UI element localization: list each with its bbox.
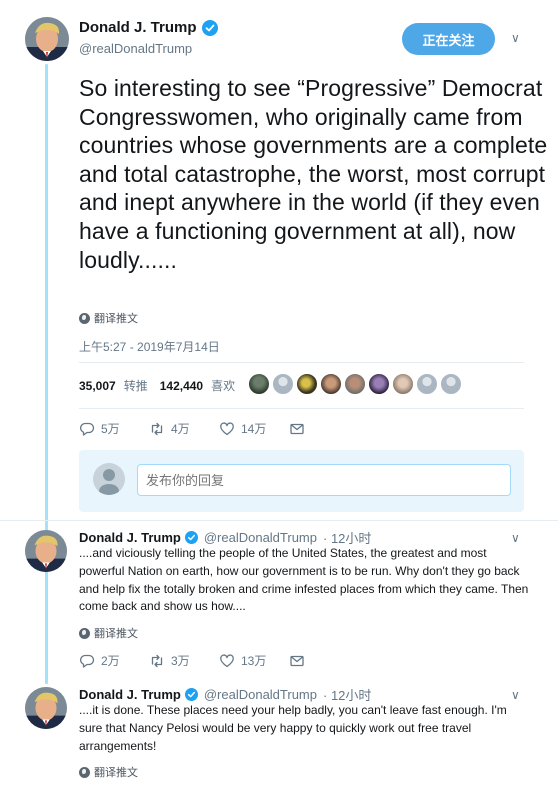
liker-avatars bbox=[248, 373, 462, 395]
retweet-icon bbox=[151, 422, 163, 435]
tweet-text: ....and viciously telling the people of … bbox=[79, 546, 529, 614]
verified-badge-icon bbox=[201, 19, 218, 36]
liker-avatar[interactable] bbox=[416, 373, 438, 395]
like-button[interactable]: 14万 bbox=[219, 420, 289, 437]
like-icon bbox=[220, 421, 234, 435]
liker-avatar[interactable] bbox=[272, 373, 294, 395]
avatar[interactable] bbox=[25, 530, 67, 572]
author-name[interactable]: Donald J. Trump bbox=[79, 530, 181, 545]
avatar[interactable] bbox=[25, 687, 67, 729]
tweet-timestamp[interactable]: 上午5:27 - 2019年7月14日 bbox=[79, 338, 220, 355]
translate-tweet-link[interactable]: 翻译推文 bbox=[79, 764, 138, 780]
author-name[interactable]: Donald J. Trump bbox=[79, 687, 181, 702]
chevron-down-icon[interactable]: ∨ bbox=[511, 531, 520, 545]
liker-avatar[interactable] bbox=[392, 373, 414, 395]
tweet-text: So interesting to see “Progressive” Demo… bbox=[79, 75, 548, 273]
following-button[interactable]: 正在关注 bbox=[402, 23, 495, 55]
direct-message-button[interactable] bbox=[289, 653, 359, 669]
author-handle[interactable]: @realDonaldTrump bbox=[79, 41, 192, 56]
tweet-actions: 2万 3万 13万 bbox=[79, 652, 359, 669]
translate-tweet-link[interactable]: 翻译推文 bbox=[79, 310, 138, 326]
like-icon bbox=[220, 653, 234, 667]
message-icon bbox=[290, 423, 304, 434]
liker-avatar[interactable] bbox=[320, 373, 342, 395]
likes-label[interactable]: 喜欢 bbox=[211, 377, 235, 394]
globe-icon bbox=[79, 627, 90, 639]
avatar bbox=[93, 463, 125, 495]
tweet-text: ....it is done. These places need your h… bbox=[79, 703, 507, 753]
tweet-stats: 35,007 转推 142,440 喜欢 bbox=[79, 377, 235, 394]
retweet-icon bbox=[151, 654, 163, 667]
retweets-label[interactable]: 转推 bbox=[124, 377, 148, 394]
like-count: 14万 bbox=[241, 422, 267, 436]
author-handle[interactable]: @realDonaldTrump bbox=[204, 687, 317, 702]
reply-count: 2万 bbox=[101, 654, 120, 668]
liker-avatar[interactable] bbox=[296, 373, 318, 395]
globe-icon bbox=[79, 312, 90, 324]
translate-label: 翻译推文 bbox=[94, 767, 138, 779]
divider bbox=[79, 362, 524, 363]
divider bbox=[79, 408, 524, 409]
author-name[interactable]: Donald J. Trump bbox=[79, 19, 197, 36]
tweet-actions: 5万 4万 14万 bbox=[79, 420, 359, 437]
retweet-count: 4万 bbox=[171, 422, 190, 436]
chevron-down-icon[interactable]: ∨ bbox=[511, 31, 520, 45]
liker-avatar[interactable] bbox=[368, 373, 390, 395]
like-button[interactable]: 13万 bbox=[219, 652, 289, 669]
thread-connector-line bbox=[45, 64, 48, 684]
translate-label: 翻译推文 bbox=[94, 313, 138, 325]
reply-composer bbox=[79, 450, 524, 512]
liker-avatar[interactable] bbox=[344, 373, 366, 395]
reply-icon bbox=[80, 422, 95, 436]
globe-icon bbox=[79, 766, 90, 778]
divider bbox=[0, 520, 558, 521]
translate-tweet-link[interactable]: 翻译推文 bbox=[79, 625, 138, 641]
reply-button[interactable]: 5万 bbox=[79, 420, 149, 437]
reply-button[interactable]: 2万 bbox=[79, 652, 149, 669]
liker-avatar[interactable] bbox=[248, 373, 270, 395]
verified-badge-icon bbox=[184, 531, 198, 544]
retweet-button[interactable]: 4万 bbox=[149, 420, 219, 437]
verified-badge-icon bbox=[184, 688, 198, 701]
avatar[interactable] bbox=[25, 17, 69, 61]
retweet-button[interactable]: 3万 bbox=[149, 652, 219, 669]
liker-avatar[interactable] bbox=[440, 373, 462, 395]
retweet-count: 3万 bbox=[171, 654, 190, 668]
direct-message-button[interactable] bbox=[289, 421, 359, 437]
like-count: 13万 bbox=[241, 654, 267, 668]
retweets-count[interactable]: 35,007 bbox=[79, 379, 116, 393]
message-icon bbox=[290, 655, 304, 666]
likes-count[interactable]: 142,440 bbox=[160, 379, 203, 393]
reply-count: 5万 bbox=[101, 422, 120, 436]
author-handle[interactable]: @realDonaldTrump bbox=[204, 530, 317, 545]
reply-input[interactable] bbox=[137, 464, 511, 496]
chevron-down-icon[interactable]: ∨ bbox=[511, 688, 520, 702]
translate-label: 翻译推文 bbox=[94, 628, 138, 640]
reply-icon bbox=[80, 654, 95, 668]
